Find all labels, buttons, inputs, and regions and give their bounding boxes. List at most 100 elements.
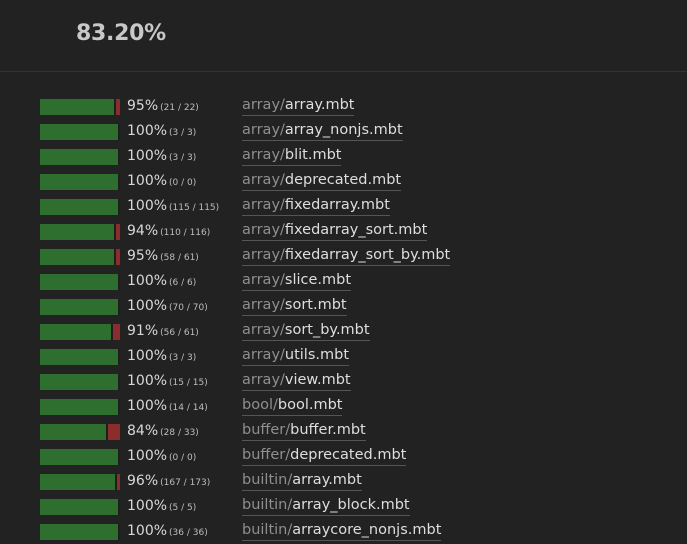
coverage-percent-value: 100%	[127, 298, 168, 314]
coverage-line-counts: (21 / 22)	[160, 103, 199, 113]
file-link[interactable]: array/fixedarray.mbt	[242, 197, 390, 216]
coverage-bar	[40, 349, 120, 365]
coverage-percent-value: 96%	[127, 473, 159, 489]
coverage-bar-fill	[40, 274, 118, 290]
coverage-percent-value: 84%	[127, 423, 159, 439]
file-link[interactable]: array/array.mbt	[242, 97, 355, 116]
file-link[interactable]: array/sort_by.mbt	[242, 322, 370, 341]
coverage-bar-fill	[40, 424, 106, 440]
file-link[interactable]: array/deprecated.mbt	[242, 172, 402, 191]
file-row: 95% (58 / 61) array/fixedarray_sort_by.mbt	[0, 244, 687, 269]
coverage-line-counts: (5 / 5)	[169, 503, 197, 513]
file-directory: builtin/	[242, 522, 293, 538]
coverage-bar-divider	[118, 174, 120, 190]
coverage-percent: 100% (0 / 0)	[127, 173, 196, 189]
coverage-bar-divider	[111, 324, 113, 340]
file-row: 100% (0 / 0) array/deprecated.mbt	[0, 169, 687, 194]
coverage-percent: 100% (6 / 6)	[127, 273, 196, 289]
coverage-percent-value: 91%	[127, 323, 159, 339]
file-directory: array/	[242, 197, 285, 213]
coverage-line-counts: (14 / 14)	[169, 403, 208, 413]
coverage-bar	[40, 99, 120, 115]
file-directory: array/	[242, 247, 285, 263]
coverage-line-counts: (167 / 173)	[160, 478, 211, 488]
file-link[interactable]: array/view.mbt	[242, 372, 351, 391]
coverage-bar	[40, 124, 120, 140]
coverage-line-counts: (0 / 0)	[169, 453, 197, 463]
coverage-bar-fill	[40, 99, 114, 115]
coverage-bar-fill	[40, 199, 118, 215]
file-directory: buffer/	[242, 422, 291, 438]
file-row: 100% (36 / 36) builtin/arraycore_nonjs.mbt	[0, 519, 687, 544]
file-link[interactable]: array/fixedarray_sort_by.mbt	[242, 247, 451, 266]
file-name: array.mbt	[284, 97, 355, 113]
coverage-percent-value: 95%	[127, 248, 159, 264]
coverage-percent-value: 100%	[127, 273, 168, 289]
coverage-line-counts: (3 / 3)	[169, 128, 197, 138]
coverage-bar-fill	[40, 224, 114, 240]
coverage-bar-divider	[118, 524, 120, 540]
coverage-bar-divider	[118, 499, 120, 515]
coverage-bar	[40, 224, 120, 240]
coverage-percent: 100% (3 / 3)	[127, 148, 196, 164]
file-link[interactable]: array/slice.mbt	[242, 272, 352, 291]
file-name: buffer.mbt	[290, 422, 366, 438]
file-link[interactable]: array/blit.mbt	[242, 147, 342, 166]
coverage-bar-divider	[106, 424, 108, 440]
coverage-bar-fill	[40, 124, 118, 140]
coverage-bar-fill	[40, 524, 118, 540]
coverage-bar-divider	[114, 99, 116, 115]
coverage-bar-divider	[114, 224, 116, 240]
coverage-bar-fill	[40, 299, 118, 315]
file-link[interactable]: builtin/array.mbt	[242, 472, 362, 491]
file-link[interactable]: array/utils.mbt	[242, 347, 350, 366]
coverage-line-counts: (110 / 116)	[160, 228, 211, 238]
file-link[interactable]: buffer/deprecated.mbt	[242, 447, 407, 466]
file-link[interactable]: builtin/arraycore_nonjs.mbt	[242, 522, 442, 541]
file-name: fixedarray.mbt	[284, 197, 390, 213]
file-name: bool.mbt	[277, 397, 343, 413]
file-link[interactable]: array/sort.mbt	[242, 297, 347, 316]
coverage-bar-fill	[40, 399, 118, 415]
file-row: 100% (115 / 115) array/fixedarray.mbt	[0, 194, 687, 219]
coverage-bar	[40, 399, 120, 415]
coverage-percent-value: 94%	[127, 223, 159, 239]
coverage-bar-divider	[115, 474, 117, 490]
coverage-bar-divider	[118, 349, 120, 365]
coverage-bar-divider	[118, 374, 120, 390]
coverage-bar	[40, 449, 120, 465]
coverage-line-counts: (115 / 115)	[169, 203, 220, 213]
coverage-percent-value: 100%	[127, 373, 168, 389]
coverage-bar-fill	[40, 249, 114, 265]
coverage-percent: 95% (58 / 61)	[127, 248, 199, 264]
coverage-percent: 100% (3 / 3)	[127, 348, 196, 364]
coverage-header: 83.20%	[0, 0, 687, 72]
file-directory: array/	[242, 297, 285, 313]
file-row: 91% (56 / 61) array/sort_by.mbt	[0, 319, 687, 344]
file-link[interactable]: bool/bool.mbt	[242, 397, 343, 416]
coverage-bar	[40, 474, 120, 490]
coverage-percent: 94% (110 / 116)	[127, 223, 210, 239]
file-directory: array/	[242, 322, 285, 338]
coverage-line-counts: (58 / 61)	[160, 253, 199, 263]
file-row: 95% (21 / 22) array/array.mbt	[0, 94, 687, 119]
file-directory: array/	[242, 372, 285, 388]
coverage-line-counts: (28 / 33)	[160, 428, 199, 438]
file-link[interactable]: builtin/array_block.mbt	[242, 497, 410, 516]
coverage-percent-value: 100%	[127, 498, 168, 514]
file-link[interactable]: array/array_nonjs.mbt	[242, 122, 403, 141]
coverage-percent: 100% (5 / 5)	[127, 498, 196, 514]
coverage-bar	[40, 299, 120, 315]
file-link[interactable]: array/fixedarray_sort.mbt	[242, 222, 428, 241]
file-name: sort.mbt	[284, 297, 347, 313]
coverage-line-counts: (15 / 15)	[169, 378, 208, 388]
file-link[interactable]: buffer/buffer.mbt	[242, 422, 366, 441]
file-name: fixedarray_sort_by.mbt	[284, 247, 451, 263]
coverage-percent: 84% (28 / 33)	[127, 423, 199, 439]
coverage-bar	[40, 424, 120, 440]
coverage-bar-divider	[118, 199, 120, 215]
file-directory: builtin/	[242, 472, 293, 488]
coverage-percent: 100% (115 / 115)	[127, 198, 219, 214]
file-directory: array/	[242, 347, 285, 363]
file-name: array_block.mbt	[292, 497, 410, 513]
